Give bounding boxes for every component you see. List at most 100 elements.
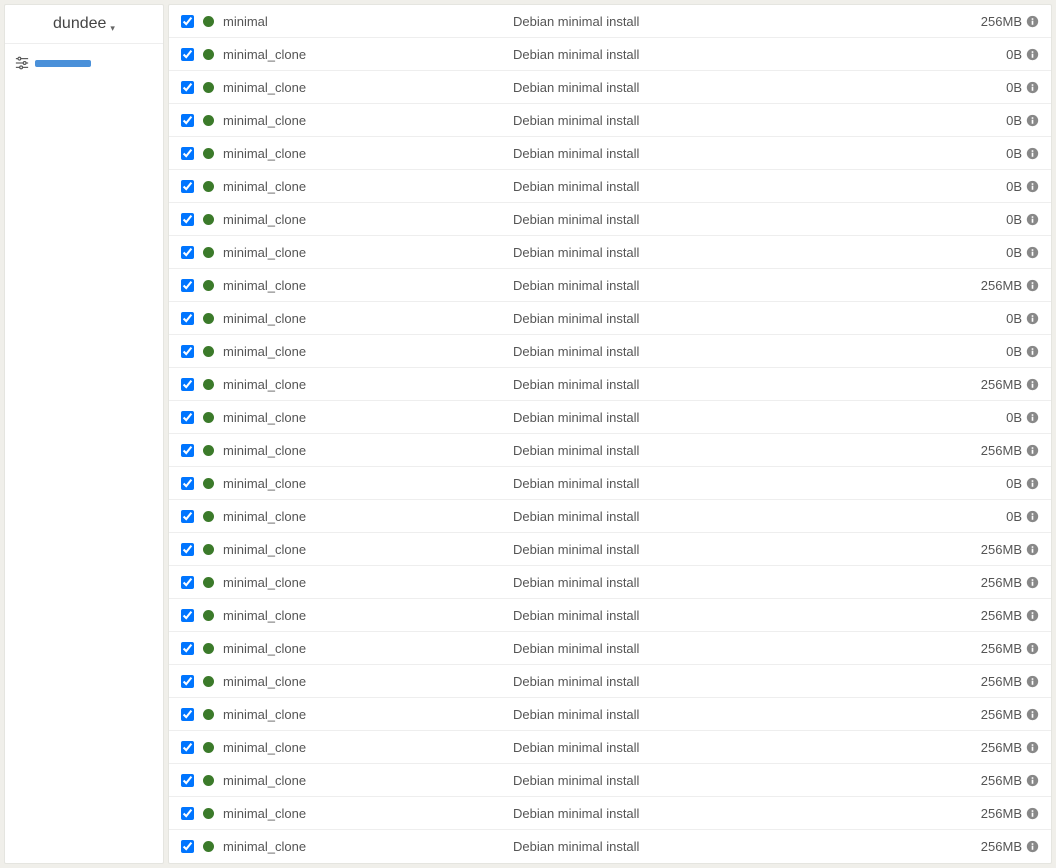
info-icon[interactable] bbox=[1026, 543, 1039, 556]
row-checkbox[interactable] bbox=[181, 147, 194, 160]
row-checkbox[interactable] bbox=[181, 15, 194, 28]
table-row[interactable]: minimal_cloneDebian minimal install0B bbox=[169, 203, 1051, 236]
table-row[interactable]: minimal_cloneDebian minimal install256MB bbox=[169, 830, 1051, 863]
table-row[interactable]: minimal_cloneDebian minimal install0B bbox=[169, 104, 1051, 137]
table-row[interactable]: minimal_cloneDebian minimal install0B bbox=[169, 302, 1051, 335]
vm-size: 0B bbox=[1006, 179, 1022, 194]
table-row[interactable]: minimal_cloneDebian minimal install256MB bbox=[169, 368, 1051, 401]
info-icon[interactable] bbox=[1026, 774, 1039, 787]
row-checkbox[interactable] bbox=[181, 576, 194, 589]
vm-size: 256MB bbox=[981, 806, 1022, 821]
sliders-icon[interactable] bbox=[15, 56, 29, 70]
table-row[interactable]: minimal_cloneDebian minimal install256MB bbox=[169, 764, 1051, 797]
vm-size-cell: 256MB bbox=[899, 674, 1039, 689]
row-checkbox[interactable] bbox=[181, 246, 194, 259]
row-checkbox[interactable] bbox=[181, 774, 194, 787]
table-row[interactable]: minimalDebian minimal install256MB bbox=[169, 5, 1051, 38]
info-icon[interactable] bbox=[1026, 576, 1039, 589]
row-checkbox[interactable] bbox=[181, 114, 194, 127]
row-checkbox[interactable] bbox=[181, 345, 194, 358]
status-cell bbox=[203, 676, 223, 687]
vm-size-cell: 256MB bbox=[899, 806, 1039, 821]
info-icon[interactable] bbox=[1026, 48, 1039, 61]
row-checkbox-cell bbox=[181, 642, 203, 655]
table-row[interactable]: minimal_cloneDebian minimal install256MB bbox=[169, 269, 1051, 302]
info-icon[interactable] bbox=[1026, 279, 1039, 292]
table-row[interactable]: minimal_cloneDebian minimal install256MB bbox=[169, 632, 1051, 665]
table-row[interactable]: minimal_cloneDebian minimal install256MB bbox=[169, 533, 1051, 566]
host-selector[interactable]: dundee ▾ bbox=[5, 5, 163, 44]
table-row[interactable]: minimal_cloneDebian minimal install0B bbox=[169, 71, 1051, 104]
table-row[interactable]: minimal_cloneDebian minimal install0B bbox=[169, 38, 1051, 71]
row-checkbox[interactable] bbox=[181, 807, 194, 820]
row-checkbox[interactable] bbox=[181, 411, 194, 424]
table-row[interactable]: minimal_cloneDebian minimal install0B bbox=[169, 467, 1051, 500]
info-icon[interactable] bbox=[1026, 246, 1039, 259]
table-row[interactable]: minimal_cloneDebian minimal install0B bbox=[169, 335, 1051, 368]
row-checkbox[interactable] bbox=[181, 609, 194, 622]
info-icon[interactable] bbox=[1026, 675, 1039, 688]
row-checkbox[interactable] bbox=[181, 477, 194, 490]
table-row[interactable]: minimal_cloneDebian minimal install256MB bbox=[169, 665, 1051, 698]
table-row[interactable]: minimal_cloneDebian minimal install256MB bbox=[169, 434, 1051, 467]
vm-size: 256MB bbox=[981, 674, 1022, 689]
info-icon[interactable] bbox=[1026, 180, 1039, 193]
row-checkbox[interactable] bbox=[181, 675, 194, 688]
info-icon[interactable] bbox=[1026, 411, 1039, 424]
row-checkbox[interactable] bbox=[181, 642, 194, 655]
row-checkbox[interactable] bbox=[181, 840, 194, 853]
table-row[interactable]: minimal_cloneDebian minimal install0B bbox=[169, 401, 1051, 434]
info-icon[interactable] bbox=[1026, 477, 1039, 490]
row-checkbox[interactable] bbox=[181, 213, 194, 226]
row-checkbox[interactable] bbox=[181, 708, 194, 721]
info-icon[interactable] bbox=[1026, 708, 1039, 721]
row-checkbox[interactable] bbox=[181, 180, 194, 193]
info-icon[interactable] bbox=[1026, 510, 1039, 523]
vm-description: Debian minimal install bbox=[513, 509, 899, 524]
table-row[interactable]: minimal_cloneDebian minimal install256MB bbox=[169, 731, 1051, 764]
status-dot-icon bbox=[203, 49, 214, 60]
info-icon[interactable] bbox=[1026, 609, 1039, 622]
info-icon[interactable] bbox=[1026, 444, 1039, 457]
info-icon[interactable] bbox=[1026, 147, 1039, 160]
vm-size: 0B bbox=[1006, 80, 1022, 95]
info-icon[interactable] bbox=[1026, 741, 1039, 754]
vm-size: 0B bbox=[1006, 311, 1022, 326]
info-icon[interactable] bbox=[1026, 345, 1039, 358]
table-row[interactable]: minimal_cloneDebian minimal install0B bbox=[169, 170, 1051, 203]
info-icon[interactable] bbox=[1026, 378, 1039, 391]
row-checkbox[interactable] bbox=[181, 741, 194, 754]
info-icon[interactable] bbox=[1026, 81, 1039, 94]
table-row[interactable]: minimal_cloneDebian minimal install0B bbox=[169, 236, 1051, 269]
row-checkbox-cell bbox=[181, 609, 203, 622]
row-checkbox[interactable] bbox=[181, 510, 194, 523]
row-checkbox[interactable] bbox=[181, 48, 194, 61]
row-checkbox[interactable] bbox=[181, 543, 194, 556]
table-row[interactable]: minimal_cloneDebian minimal install256MB bbox=[169, 698, 1051, 731]
info-icon[interactable] bbox=[1026, 114, 1039, 127]
vm-size: 256MB bbox=[981, 707, 1022, 722]
vm-description: Debian minimal install bbox=[513, 344, 899, 359]
table-row[interactable]: minimal_cloneDebian minimal install256MB bbox=[169, 797, 1051, 830]
info-icon[interactable] bbox=[1026, 312, 1039, 325]
table-row[interactable]: minimal_cloneDebian minimal install256MB bbox=[169, 566, 1051, 599]
table-row[interactable]: minimal_cloneDebian minimal install256MB bbox=[169, 599, 1051, 632]
info-icon[interactable] bbox=[1026, 15, 1039, 28]
row-checkbox-cell bbox=[181, 444, 203, 457]
row-checkbox[interactable] bbox=[181, 312, 194, 325]
vm-size: 256MB bbox=[981, 773, 1022, 788]
vm-size-cell: 0B bbox=[899, 311, 1039, 326]
row-checkbox[interactable] bbox=[181, 378, 194, 391]
status-dot-icon bbox=[203, 676, 214, 687]
info-icon[interactable] bbox=[1026, 213, 1039, 226]
row-checkbox[interactable] bbox=[181, 279, 194, 292]
row-checkbox[interactable] bbox=[181, 81, 194, 94]
status-cell bbox=[203, 379, 223, 390]
info-icon[interactable] bbox=[1026, 642, 1039, 655]
info-icon[interactable] bbox=[1026, 840, 1039, 853]
info-icon[interactable] bbox=[1026, 807, 1039, 820]
table-row[interactable]: minimal_cloneDebian minimal install0B bbox=[169, 500, 1051, 533]
row-checkbox[interactable] bbox=[181, 444, 194, 457]
table-row[interactable]: minimal_cloneDebian minimal install0B bbox=[169, 137, 1051, 170]
status-cell bbox=[203, 544, 223, 555]
